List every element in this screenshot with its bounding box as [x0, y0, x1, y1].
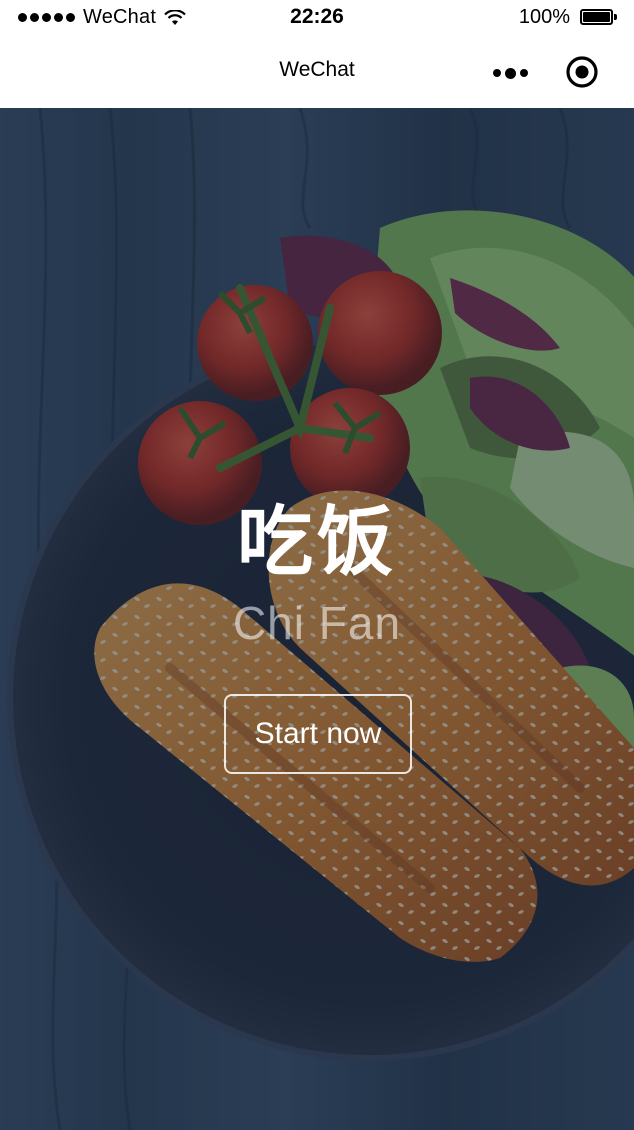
start-now-button[interactable]: Start now	[224, 694, 412, 774]
battery-icon	[580, 8, 620, 27]
nav-bar: WeChat	[0, 36, 634, 108]
more-dots-icon[interactable]	[488, 60, 532, 86]
battery-group: 100%	[519, 6, 620, 29]
hero-subtitle: Chi Fan	[232, 597, 402, 649]
target-circle-icon[interactable]	[564, 54, 600, 90]
hero-section: 吃饭 Chi Fan Start now	[0, 108, 634, 1130]
nav-title: WeChat	[279, 58, 355, 81]
status-bar: WeChat 22:26 100%	[0, 0, 634, 36]
hero-title: 吃饭	[237, 497, 397, 586]
battery-percent: 100%	[518, 6, 570, 28]
